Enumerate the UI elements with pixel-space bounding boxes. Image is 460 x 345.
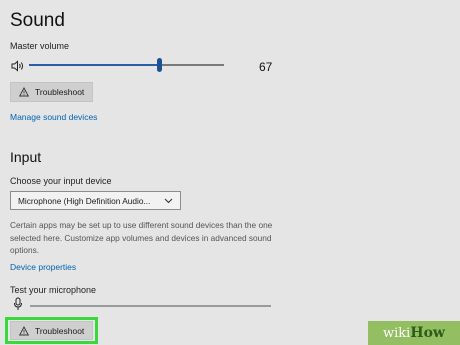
chevron-down-icon	[164, 198, 173, 203]
device-properties-link[interactable]: Device properties	[10, 262, 76, 272]
master-volume-label: Master volume	[10, 41, 70, 51]
input-device-dropdown[interactable]: Microphone (High Definition Audio...	[10, 191, 181, 210]
volume-fill	[29, 64, 160, 66]
choose-input-device-label: Choose your input device	[10, 176, 112, 186]
warning-icon	[19, 325, 29, 335]
troubleshoot-button-sound[interactable]: Troubleshoot	[10, 82, 93, 102]
microphone-level-meter	[30, 305, 271, 307]
input-device-value: Microphone (High Definition Audio...	[18, 195, 151, 206]
troubleshoot-label: Troubleshoot	[35, 325, 85, 336]
volume-thumb[interactable]	[157, 58, 162, 72]
test-microphone-label: Test your microphone	[10, 285, 97, 295]
warning-icon	[19, 87, 29, 97]
watermark-how: How	[410, 325, 445, 341]
troubleshoot-button-input[interactable]: Troubleshoot	[10, 321, 93, 340]
manage-sound-devices-link[interactable]: Manage sound devices	[10, 112, 97, 122]
master-volume-slider[interactable]	[29, 57, 224, 73]
wikihow-watermark: wiki How	[368, 321, 460, 345]
input-section-title: Input	[10, 149, 42, 165]
speaker-icon[interactable]	[11, 59, 25, 72]
troubleshoot-label: Troubleshoot	[35, 87, 85, 97]
microphone-icon	[13, 297, 23, 311]
page-title: Sound	[10, 10, 65, 31]
input-device-description: Certain apps may be set up to use differ…	[10, 220, 273, 255]
watermark-wiki: wiki	[383, 325, 411, 341]
master-volume-value: 67	[259, 60, 273, 74]
